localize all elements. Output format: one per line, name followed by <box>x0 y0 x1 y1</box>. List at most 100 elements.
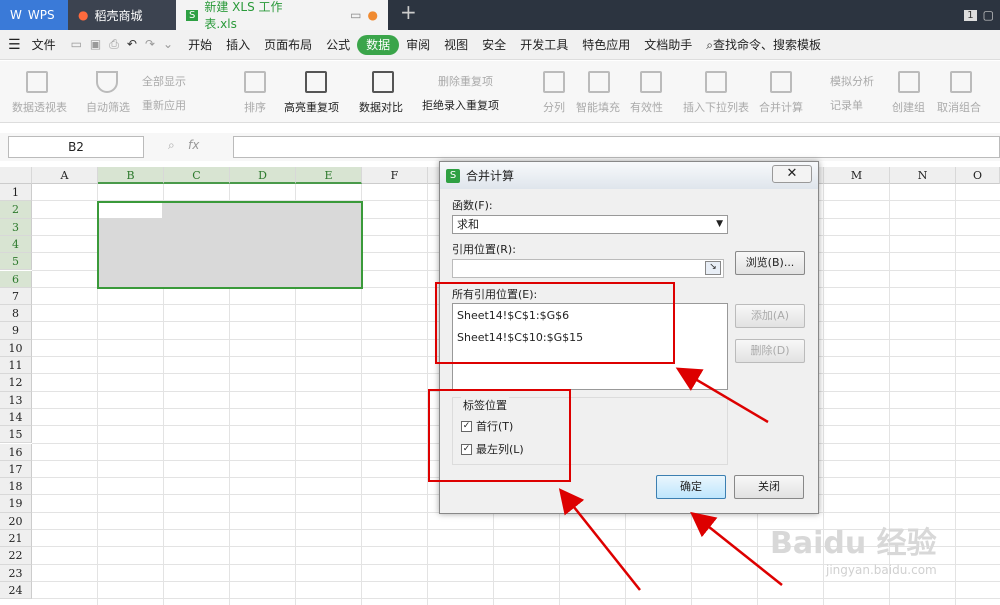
validation-button[interactable]: 有效性 <box>630 99 663 115</box>
chevron-down-icon[interactable]: ⌄ <box>163 37 173 52</box>
row-header[interactable]: 5 <box>0 253 32 271</box>
record-form-button[interactable]: 记录单 <box>830 97 863 113</box>
hamburger-icon[interactable]: ☰ <box>8 37 21 53</box>
row-header[interactable]: 7 <box>0 287 32 306</box>
row-header[interactable]: 15 <box>0 426 32 444</box>
row-header[interactable]: 17 <box>0 460 32 479</box>
column-header[interactable]: M <box>824 167 890 184</box>
undo-icon[interactable]: ↶ <box>127 37 137 52</box>
create-group-button[interactable]: 创建组 <box>892 99 925 115</box>
row-header[interactable]: 6 <box>0 270 32 288</box>
pivot-table-button[interactable]: 数据透视表 <box>12 99 67 115</box>
ungroup-button[interactable]: 取消组合 <box>937 99 981 115</box>
window-count-badge[interactable]: 1 <box>964 9 977 21</box>
zoom-icon[interactable]: ⌕ <box>168 138 175 153</box>
menu-review[interactable]: 审阅 <box>399 30 437 60</box>
consolidate-button[interactable]: 合并计算 <box>759 99 803 115</box>
column-header[interactable]: A <box>32 167 98 184</box>
row-header[interactable]: 23 <box>0 564 32 582</box>
sort-button[interactable]: 排序 <box>244 99 266 115</box>
row-header[interactable]: 1 <box>0 184 32 202</box>
menu-data[interactable]: 数据 <box>357 34 400 55</box>
highlight-duplicates-icon <box>305 71 327 93</box>
function-select[interactable]: 求和 ▼ <box>452 215 728 234</box>
row-header[interactable]: 18 <box>0 478 32 496</box>
save-icon[interactable]: ▣ <box>90 37 101 52</box>
open-icon[interactable]: ▭ <box>71 37 82 52</box>
row-header[interactable]: 4 <box>0 235 32 254</box>
column-header[interactable]: F <box>362 167 428 184</box>
row-header[interactable]: 13 <box>0 391 32 409</box>
menu-page-layout[interactable]: 页面布局 <box>257 30 319 60</box>
menu-features[interactable]: 特色应用 <box>575 30 637 60</box>
column-header[interactable]: O <box>956 167 1000 184</box>
reapply-button[interactable]: 重新应用 <box>142 97 186 113</box>
highlight-duplicates-button[interactable]: 高亮重复项 <box>284 99 339 115</box>
close-button[interactable]: ✕ <box>772 165 812 183</box>
row-header[interactable]: 10 <box>0 339 32 357</box>
row-header[interactable]: 12 <box>0 374 32 392</box>
column-header[interactable]: N <box>890 167 956 184</box>
show-all-button[interactable]: 全部显示 <box>142 73 186 89</box>
menu-view[interactable]: 视图 <box>437 30 475 60</box>
data-compare-button[interactable]: 数据对比 <box>359 99 403 115</box>
row-header[interactable]: 14 <box>0 408 32 427</box>
menu-home[interactable]: 开始 <box>181 30 219 60</box>
auto-filter-button[interactable]: 自动筛选 <box>86 99 130 115</box>
row-header[interactable]: 21 <box>0 530 32 548</box>
browse-button[interactable]: 浏览(B)... <box>735 251 805 275</box>
row-header[interactable]: 19 <box>0 495 32 513</box>
menu-developer[interactable]: 开发工具 <box>513 30 575 60</box>
reference-label: 引用位置(R): <box>452 243 516 256</box>
remove-duplicates-button[interactable]: 删除重复项 <box>438 73 493 89</box>
select-all-corner[interactable] <box>0 167 32 184</box>
menu-security[interactable]: 安全 <box>475 30 513 60</box>
highlight-box-labels <box>428 389 571 482</box>
add-button[interactable]: 添加(A) <box>735 304 805 328</box>
print-icon[interactable]: ⎙ <box>109 37 119 52</box>
menu-doc-assistant[interactable]: 文档助手 <box>637 30 699 60</box>
reject-duplicates-button[interactable]: 拒绝录入重复项 <box>422 97 499 113</box>
insert-dropdown-button[interactable]: 插入下拉列表 <box>683 99 749 115</box>
menu-insert[interactable]: 插入 <box>219 30 257 60</box>
row-header[interactable]: 20 <box>0 512 32 530</box>
row-header[interactable]: 16 <box>0 443 32 461</box>
name-box[interactable]: B2 <box>8 136 144 158</box>
wps-logo-icon: W <box>10 8 22 22</box>
search-command[interactable]: ⌕查找命令、搜索模板 <box>699 30 828 60</box>
new-tab-button[interactable]: + <box>388 0 429 30</box>
column-header[interactable]: C <box>164 167 230 184</box>
close-dialog-button[interactable]: 关闭 <box>734 475 804 499</box>
ok-button[interactable]: 确定 <box>656 475 726 499</box>
delete-button[interactable]: 删除(D) <box>735 339 805 363</box>
row-header[interactable]: 24 <box>0 581 32 600</box>
tab-document[interactable]: S 新建 XLS 工作表.xls ▭ ● <box>176 0 388 31</box>
tab-wps[interactable]: W WPS <box>0 0 68 30</box>
column-header[interactable]: B <box>98 167 164 184</box>
column-header[interactable]: E <box>296 167 362 184</box>
flame-icon: ● <box>78 8 89 22</box>
formula-input[interactable] <box>233 136 1000 158</box>
column-header[interactable]: D <box>230 167 296 184</box>
row-header[interactable]: 2 <box>0 201 32 219</box>
reference-input[interactable] <box>452 259 724 278</box>
range-picker-icon[interactable]: ↘ <box>705 261 721 275</box>
row-header[interactable]: 3 <box>0 218 32 236</box>
tab-docer-mall[interactable]: ● 稻壳商城 <box>68 0 176 30</box>
dialog-title-bar[interactable]: S 合并计算 ✕ <box>440 162 818 189</box>
row-header[interactable]: 9 <box>0 322 32 340</box>
what-if-button[interactable]: 模拟分析 <box>830 73 874 89</box>
formula-bar: B2 ⌕ fx <box>0 133 1000 161</box>
menu-formulas[interactable]: 公式 <box>319 30 357 60</box>
redo-icon[interactable]: ↷ <box>145 37 155 52</box>
fx-icon[interactable]: fx <box>188 138 199 152</box>
split-columns-button[interactable]: 分列 <box>543 99 565 115</box>
user-icon[interactable]: ▢ <box>983 8 994 22</box>
smart-fill-button[interactable]: 智能填充 <box>576 99 620 115</box>
active-cell[interactable] <box>99 203 162 218</box>
monitor-icon[interactable]: ▭ <box>350 8 361 22</box>
row-header[interactable]: 11 <box>0 357 32 375</box>
menu-file[interactable]: 文件 <box>25 30 63 60</box>
row-header[interactable]: 22 <box>0 547 32 565</box>
row-header[interactable]: 8 <box>0 305 32 323</box>
